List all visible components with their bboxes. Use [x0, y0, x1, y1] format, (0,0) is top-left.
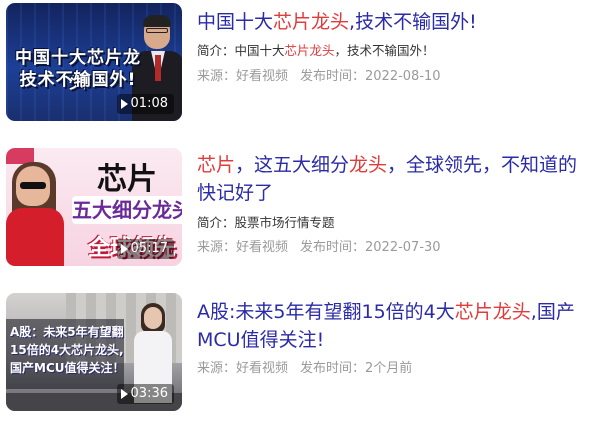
result-title-link[interactable]: 中国十大芯片龙头,技术不输国外!	[197, 8, 592, 36]
source-label: 来源：好看视频	[197, 240, 289, 255]
duration-badge: 05:17	[116, 239, 174, 259]
duration-text: 03:36	[130, 386, 168, 401]
snippet-highlight: 芯片龙头	[284, 43, 335, 58]
result-snippet: 简介：股票市场行情专题	[197, 215, 335, 230]
result-title-link[interactable]: A股:未来5年有望翻15倍的4大芯片龙头,国产MCU值得关注!	[197, 298, 592, 354]
title-highlight: 芯片	[197, 154, 236, 176]
thumbnail-caption: 五大细分龙头	[72, 196, 182, 224]
thumbnail-caption: 芯片	[97, 162, 157, 197]
play-icon	[120, 244, 128, 254]
video-thumbnail[interactable]: 中国十大芯片龙头 技术不输国外! 01:08	[6, 3, 182, 121]
thumbnail-caption: A股：未来5年有望翻	[10, 325, 124, 339]
publish-date: 发布时间：2022-08-10	[300, 69, 441, 84]
title-text: ,技术不输国外!	[349, 11, 477, 33]
duration-badge: 01:08	[116, 94, 174, 114]
result-snippet: 简介：中国十大芯片龙头，技术不输国外！	[197, 43, 435, 58]
title-text: A股:未来5年有望翻15倍的4大	[197, 301, 455, 323]
play-icon	[120, 99, 128, 109]
video-thumbnail[interactable]: 芯片 五大细分龙头 全球领先 05:17	[6, 148, 182, 266]
source-label: 来源：好看视频	[197, 361, 289, 376]
title-highlight: 龙头	[349, 154, 388, 176]
play-icon	[120, 389, 128, 399]
duration-text: 05:17	[130, 241, 168, 256]
publish-date: 发布时间：2个月前	[300, 361, 413, 376]
source-label: 来源：好看视频	[197, 69, 289, 84]
thumbnail-caption: 国产MCU值得关注！	[10, 361, 125, 375]
duration-badge: 03:36	[116, 384, 174, 404]
result-meta: 来源：好看视频 发布时间：2022-08-10	[197, 65, 441, 84]
result-item[interactable]: A股：未来5年有望翻 15倍的4大芯片龙头, 国产MCU值得关注！ 03:36 …	[0, 293, 606, 411]
thumbnail-caption: 15倍的4大芯片龙头,	[10, 343, 124, 357]
result-meta: 来源：好看视频 发布时间：2个月前	[197, 357, 412, 376]
title-highlight: 芯片龙头	[454, 301, 531, 323]
result-item[interactable]: 芯片 五大细分龙头 全球领先 05:17 芯片，这五大细分龙头，全球领先，不知道…	[0, 148, 606, 266]
video-thumbnail[interactable]: A股：未来5年有望翻 15倍的4大芯片龙头, 国产MCU值得关注！ 03:36	[6, 293, 182, 411]
thumbnail-caption: 技术不输国外!	[19, 70, 137, 90]
title-text: 中国十大	[197, 11, 274, 33]
result-meta: 来源：好看视频 发布时间：2022-07-30	[197, 236, 441, 255]
duration-text: 01:08	[130, 96, 168, 111]
title-highlight: 芯片龙头	[273, 11, 350, 33]
publish-date: 发布时间：2022-07-30	[300, 240, 441, 255]
result-title-link[interactable]: 芯片，这五大细分龙头，全球领先，不知道的快记好了	[197, 151, 592, 207]
title-text: ，这五大细分	[235, 154, 350, 176]
result-item[interactable]: 中国十大芯片龙头 技术不输国外! 01:08 中国十大芯片龙头,技术不输国外! …	[0, 3, 606, 121]
